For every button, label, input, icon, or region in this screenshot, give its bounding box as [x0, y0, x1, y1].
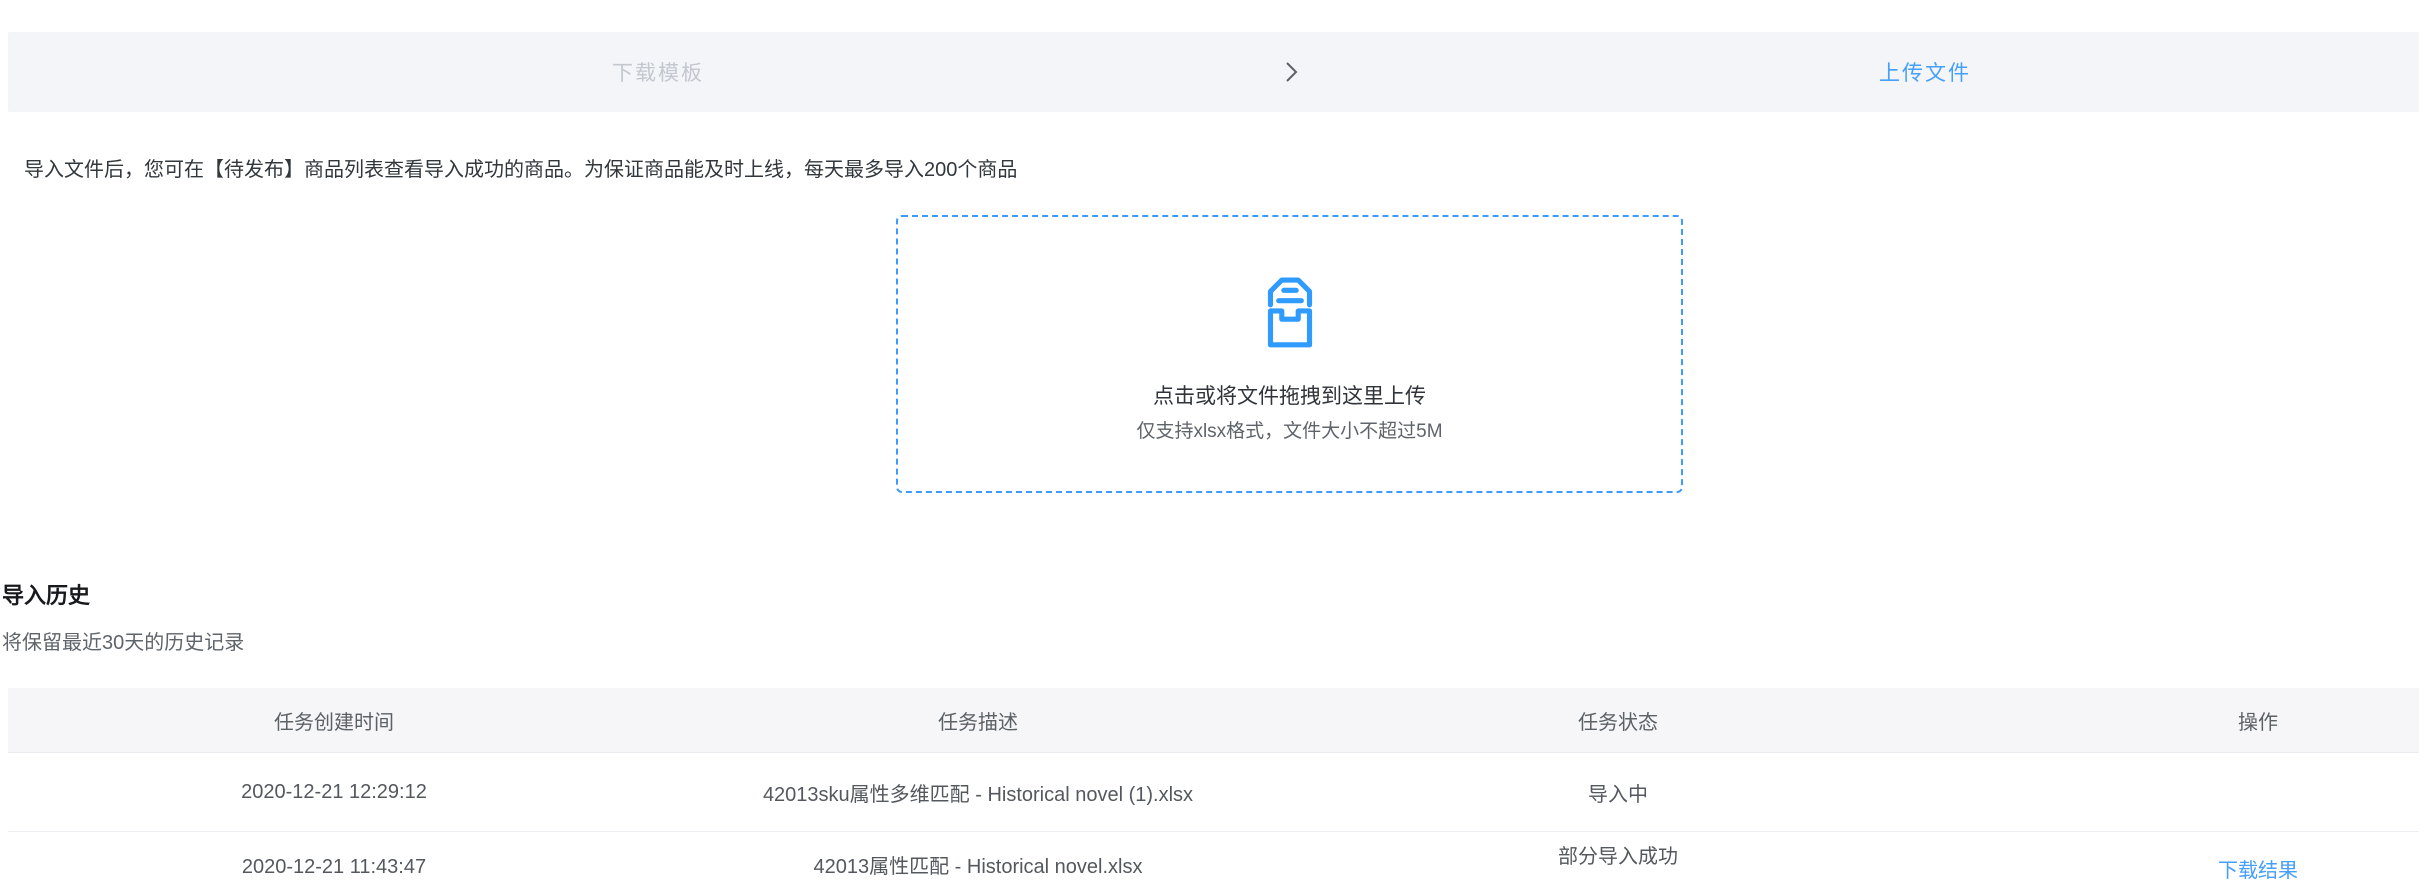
history-retention-note: 将保留最近30天的历史记录	[2, 631, 244, 656]
header-task-created-time: 任务创建时间	[8, 688, 660, 752]
cell-task-desc: 42013sku属性多维匹配 - Historical novel (1).xl…	[660, 753, 1296, 831]
cell-task-time: 2020-12-21 11:43:47	[8, 832, 660, 891]
import-instruction: 导入文件后，您可在【待发布】商品列表查看导入成功的商品。为保证商品能及时上线，每…	[24, 156, 1017, 184]
upload-hint-primary: 点击或将文件拖拽到这里上传	[898, 383, 1681, 411]
download-result-link[interactable]: 下载结果	[2218, 858, 2298, 884]
cell-task-desc: 42013属性匹配 - Historical novel.xlsx	[660, 832, 1296, 891]
upload-hint-secondary: 仅支持xlsx格式，文件大小不超过5M	[898, 419, 1681, 445]
step-download-template[interactable]: 下载模板	[612, 57, 704, 87]
cell-task-action: 下载结果	[1940, 832, 2419, 891]
header-operation: 操作	[1940, 688, 2419, 752]
table-row: 2020-12-21 11:43:47 42013属性匹配 - Historic…	[8, 832, 2419, 891]
cell-task-action	[1940, 753, 2419, 831]
chevron-right-icon	[1285, 61, 1299, 83]
table-row: 2020-12-21 12:29:12 42013sku属性多维匹配 - His…	[8, 753, 2419, 832]
cell-task-time: 2020-12-21 12:29:12	[8, 753, 660, 831]
upload-dropzone[interactable]: 点击或将文件拖拽到这里上传 仅支持xlsx格式，文件大小不超过5M	[896, 215, 1683, 493]
upload-box-icon	[1261, 277, 1319, 356]
header-task-status: 任务状态	[1296, 688, 1940, 752]
step-upload-file[interactable]: 上传文件	[1879, 57, 1971, 87]
header-task-description: 任务描述	[660, 688, 1296, 752]
import-history-title: 导入历史	[2, 582, 90, 609]
table-header-row: 任务创建时间 任务描述 任务状态 操作	[8, 688, 2419, 753]
import-history-table: 任务创建时间 任务描述 任务状态 操作 2020-12-21 12:29:12 …	[8, 688, 2419, 891]
steps-bar: 下载模板 上传文件	[8, 32, 2419, 112]
cell-task-status: 导入中	[1296, 753, 1940, 831]
cell-task-status: 部分导入成功	[1296, 832, 1940, 891]
